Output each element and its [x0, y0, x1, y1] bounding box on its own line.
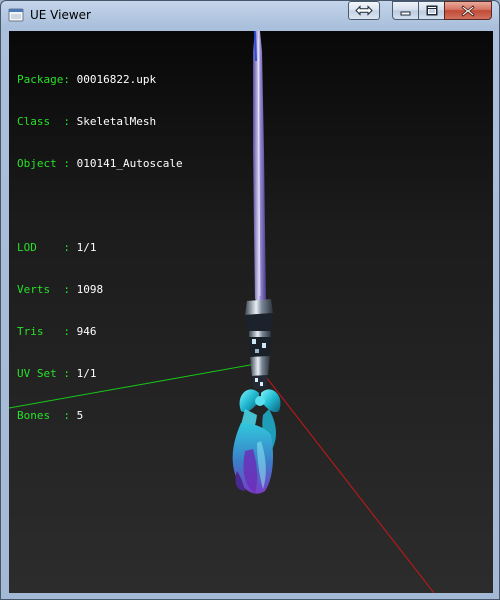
- info-value: 1098: [76, 283, 104, 296]
- mesh-info-panel: Package: 00016822.upk Class : SkeletalMe…: [17, 45, 183, 451]
- extra-caption-button[interactable]: [348, 1, 380, 20]
- 3d-viewport[interactable]: Package: 00016822.upk Class : SkeletalMe…: [9, 31, 493, 593]
- window-title: UE Viewer: [30, 8, 91, 22]
- ue-viewer-window: UE Viewer Package: 00016822.upk Class: …: [0, 0, 500, 600]
- info-row-object: Object : 010141_Autoscale: [17, 157, 183, 170]
- maximize-button[interactable]: [418, 1, 445, 20]
- info-label: UV Set: [17, 367, 57, 380]
- info-label: Class: [17, 115, 51, 128]
- info-row-class: Class : SkeletalMesh: [17, 115, 157, 128]
- info-row-bones: Bones : 5: [17, 409, 84, 422]
- info-value: 00016822.upk: [76, 73, 157, 86]
- info-value: SkeletalMesh: [76, 115, 157, 128]
- info-row-lod: LOD : 1/1: [17, 241, 97, 254]
- info-row-tris: Tris : 946: [17, 325, 97, 338]
- close-button[interactable]: [444, 1, 492, 20]
- axis-x-line: [255, 363, 435, 593]
- info-value: 946: [76, 325, 97, 338]
- info-label: Verts: [17, 283, 51, 296]
- info-value: 010141_Autoscale: [76, 157, 183, 170]
- info-row-uvset: UV Set : 1/1: [17, 367, 97, 380]
- close-icon: [461, 4, 475, 17]
- info-row-verts: Verts : 1098: [17, 283, 104, 296]
- minimize-button[interactable]: [392, 1, 419, 20]
- info-label: Package: [17, 73, 64, 86]
- info-label: Tris: [17, 325, 44, 338]
- info-label: LOD: [17, 241, 37, 254]
- skeletal-mesh: [232, 31, 281, 494]
- info-label: Bones: [17, 409, 51, 422]
- info-label: Object: [17, 157, 57, 170]
- info-value: 1/1: [76, 241, 97, 254]
- maximize-icon: [426, 5, 437, 16]
- ue-viewer-app-icon: [8, 8, 24, 22]
- info-value: 5: [76, 409, 84, 422]
- title-bar[interactable]: UE Viewer: [1, 1, 499, 29]
- minimize-icon: [400, 11, 411, 15]
- info-row-package: Package: 00016822.upk: [17, 73, 157, 86]
- double-arrow-icon: [355, 5, 373, 16]
- info-value: 1/1: [76, 367, 97, 380]
